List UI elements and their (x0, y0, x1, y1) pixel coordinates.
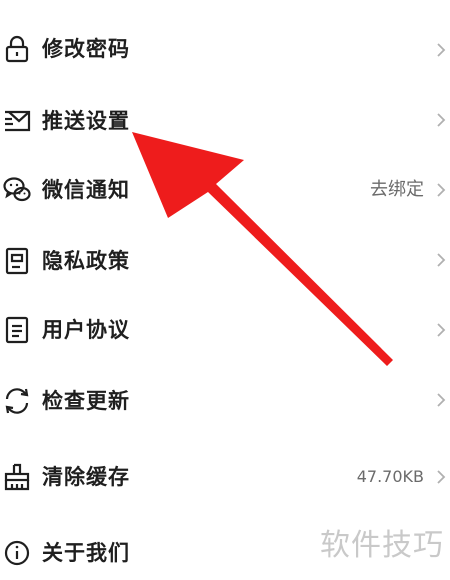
agreement-doc-icon (2, 315, 32, 345)
chevron-right-icon (436, 469, 446, 485)
wechat-bind-status: 去绑定 (370, 179, 424, 200)
settings-item-change-password[interactable]: 修改密码 (0, 20, 450, 80)
chevron-right-icon (436, 112, 446, 128)
chevron-right-icon (436, 392, 446, 408)
info-icon (2, 538, 32, 568)
settings-item-user-agreement[interactable]: 用户协议 (0, 300, 450, 360)
settings-item-label: 清除缓存 (42, 465, 130, 489)
settings-item-privacy-policy[interactable]: 隐私政策 (0, 230, 450, 290)
settings-item-label: 推送设置 (42, 109, 130, 133)
settings-item-clear-cache[interactable]: 清除缓存 47.70KB (0, 446, 450, 506)
lock-icon (2, 34, 32, 64)
privacy-doc-icon (2, 246, 32, 276)
watermark: 软件技巧 (320, 528, 444, 563)
chevron-right-icon (436, 252, 446, 268)
settings-item-push-settings[interactable]: 推送设置 (0, 90, 450, 150)
cache-size: 47.70KB (356, 467, 424, 486)
settings-item-label: 修改密码 (42, 37, 130, 61)
settings-item-check-update[interactable]: 检查更新 (0, 370, 450, 430)
settings-item-wechat-notify[interactable]: 微信通知 去绑定 (0, 160, 450, 220)
settings-item-label: 检查更新 (42, 389, 130, 413)
chevron-right-icon (436, 322, 446, 338)
settings-list: 修改密码 推送设置 微信通知 去绑定 隐私政策 用户协议 检查更新 清除缓存 4… (0, 0, 450, 572)
wechat-icon (2, 175, 32, 205)
settings-item-label: 微信通知 (42, 178, 130, 202)
chevron-right-icon (436, 182, 446, 198)
settings-item-label: 关于我们 (42, 541, 130, 565)
settings-item-label: 用户协议 (42, 318, 130, 342)
settings-item-label: 隐私政策 (42, 249, 130, 273)
broom-icon (2, 462, 32, 492)
envelope-icon (2, 106, 32, 136)
refresh-icon (2, 386, 32, 416)
chevron-right-icon (436, 42, 446, 58)
